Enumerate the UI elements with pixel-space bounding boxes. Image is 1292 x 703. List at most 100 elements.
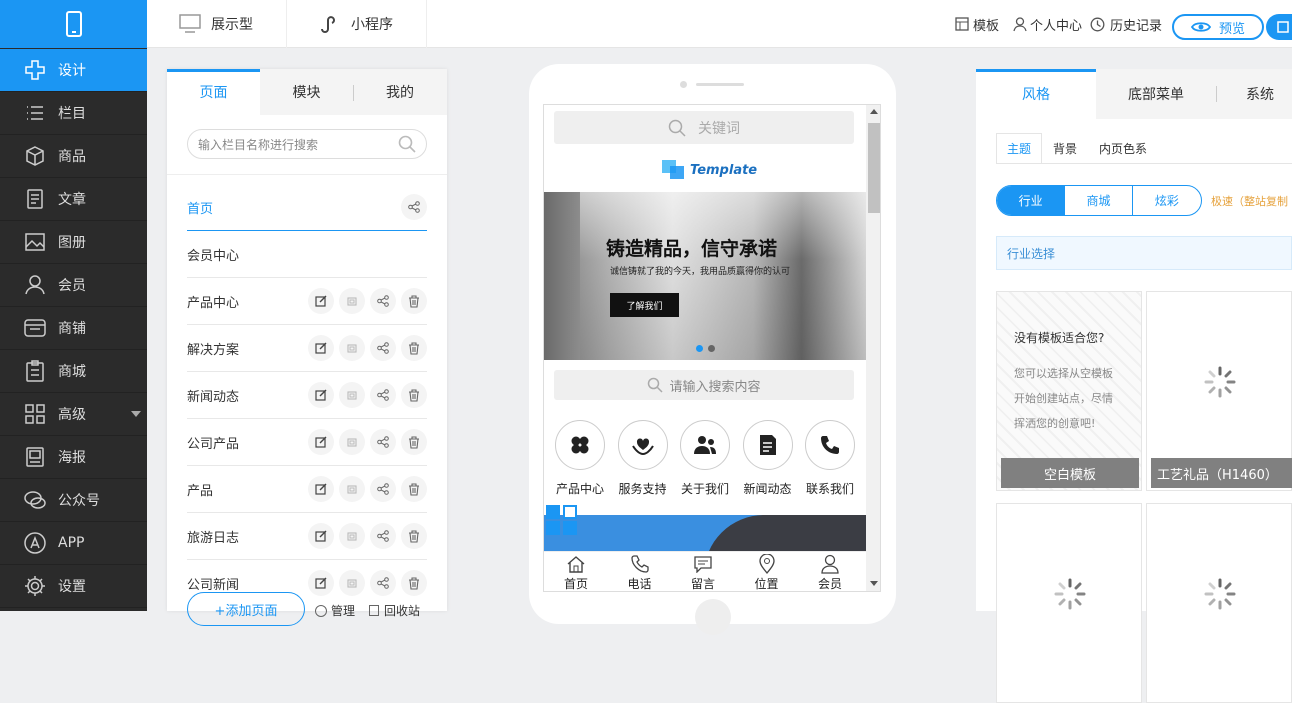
sidebar-item-mall[interactable]: 商城 [0, 350, 147, 393]
banner-button[interactable]: 了解我们 [610, 293, 679, 317]
copy-icon[interactable] [339, 523, 365, 549]
bottom-nav-item[interactable]: 电话 [616, 554, 664, 591]
tab-pages[interactable]: 页面 [167, 69, 260, 115]
quick-nav-item[interactable]: 新闻动态 [742, 420, 794, 500]
sidebar-item-albums[interactable]: 图册 [0, 221, 147, 264]
page-row[interactable]: 新闻动态 [187, 372, 427, 419]
slide-dot[interactable] [708, 345, 715, 352]
edit-icon[interactable] [308, 523, 334, 549]
tab-bottom-menu[interactable]: 底部菜单 [1096, 69, 1216, 119]
blank-template-label[interactable]: 空白模板 [1001, 458, 1139, 488]
banner-image[interactable]: 铸造精品，信守承诺 诚信铸就了我的今天，我用品质赢得你的认可 了解我们 [544, 192, 866, 360]
sidebar-item-design[interactable]: 设计 [0, 49, 147, 92]
template-card[interactable] [996, 503, 1142, 703]
quick-nav-item[interactable]: 关于我们 [679, 420, 731, 500]
page-row[interactable]: 产品中心 [187, 278, 427, 325]
scrollbar[interactable] [866, 105, 880, 591]
subtab-page-colors[interactable]: 内页色系 [1088, 133, 1158, 163]
template-card[interactable]: 工艺礼品（H1460） [1146, 291, 1292, 491]
edit-icon[interactable] [308, 429, 334, 455]
share-icon[interactable] [370, 476, 396, 502]
trash-icon[interactable] [401, 523, 427, 549]
scrollbar-thumb[interactable] [868, 123, 880, 213]
copy-icon[interactable] [339, 476, 365, 502]
edit-icon[interactable] [308, 335, 334, 361]
tab-modules[interactable]: 模块 [260, 69, 353, 115]
bottom-nav-item[interactable]: 位置 [743, 554, 791, 591]
trash-icon[interactable] [401, 476, 427, 502]
page-row[interactable]: 旅游日志 [187, 513, 427, 560]
sidebar-item-wechat[interactable]: 公众号 [0, 479, 147, 522]
bottom-nav-item[interactable]: 首页 [552, 554, 600, 591]
sidebar-item-members[interactable]: 会员 [0, 264, 147, 307]
page-row[interactable]: 解决方案 [187, 325, 427, 372]
template-label[interactable]: 工艺礼品（H1460） [1151, 458, 1292, 488]
history-link[interactable]: 历史记录 [1090, 0, 1162, 48]
copy-icon[interactable] [339, 288, 365, 314]
bottom-nav-item[interactable]: 会员 [806, 554, 854, 591]
edit-icon[interactable] [308, 476, 334, 502]
sidebar-item-app[interactable]: APP [0, 522, 147, 565]
content-search-bar[interactable]: 请输入搜索内容 [554, 370, 854, 400]
edit-icon[interactable] [308, 570, 334, 596]
segment-industry[interactable]: 行业 [997, 186, 1065, 215]
page-row[interactable]: 公司产品 [187, 419, 427, 466]
share-icon[interactable] [370, 523, 396, 549]
edit-icon[interactable] [308, 382, 334, 408]
blank-template-card[interactable]: 没有模板适合您? 您可以选择从空模板 开始创建站点，尽情 挥洒您的创意吧! 空白… [996, 291, 1142, 491]
template-card[interactable] [1146, 503, 1292, 703]
sidebar-item-articles[interactable]: 文章 [0, 178, 147, 221]
sidebar-item-advanced[interactable]: 高级 [0, 393, 147, 436]
share-icon[interactable] [401, 194, 427, 220]
personal-center-link[interactable]: 个人中心 [1013, 0, 1082, 48]
industry-select[interactable]: 行业选择 [996, 236, 1292, 270]
page-row[interactable]: 产品 [187, 466, 427, 513]
sidebar-item-poster[interactable]: 海报 [0, 436, 147, 479]
scroll-up-icon[interactable] [870, 109, 878, 114]
keyword-search-bar[interactable]: 关键词 [554, 111, 854, 144]
tab-style[interactable]: 风格 [976, 69, 1096, 119]
subtab-theme[interactable]: 主题 [996, 133, 1042, 163]
segment-mall[interactable]: 商城 [1064, 186, 1131, 215]
preview-button[interactable]: 预览 [1172, 14, 1264, 40]
copy-icon[interactable] [339, 570, 365, 596]
copy-icon[interactable] [339, 382, 365, 408]
trash-icon[interactable] [401, 570, 427, 596]
share-icon[interactable] [370, 288, 396, 314]
quick-nav-item[interactable]: 联系我们 [804, 420, 856, 500]
tab-mine[interactable]: 我的 [353, 69, 447, 115]
quick-nav-item[interactable]: 产品中心 [554, 420, 606, 500]
trash-icon[interactable] [401, 335, 427, 361]
sidebar-item-columns[interactable]: 栏目 [0, 92, 147, 135]
bottom-nav-item[interactable]: 留言 [679, 554, 727, 591]
share-icon[interactable] [370, 429, 396, 455]
segment-colorful[interactable]: 炫彩 [1131, 186, 1201, 215]
copy-icon[interactable] [339, 429, 365, 455]
page-row-home[interactable]: 首页 [187, 184, 427, 231]
copy-icon[interactable] [339, 335, 365, 361]
sidebar-item-settings[interactable]: 设置 [0, 565, 147, 608]
trash-icon[interactable] [401, 382, 427, 408]
share-icon[interactable] [370, 382, 396, 408]
slide-dot-active[interactable] [696, 345, 703, 352]
save-button[interactable] [1266, 14, 1292, 40]
share-icon[interactable] [370, 570, 396, 596]
tab-system[interactable]: 系统 [1246, 69, 1292, 119]
sidebar-item-products[interactable]: 商品 [0, 135, 147, 178]
share-icon[interactable] [370, 335, 396, 361]
subtab-background[interactable]: 背景 [1042, 133, 1088, 163]
trash-icon[interactable] [401, 288, 427, 314]
edit-icon[interactable] [308, 288, 334, 314]
mobile-logo[interactable] [0, 0, 147, 48]
scroll-down-icon[interactable] [870, 581, 878, 586]
page-row-member-center[interactable]: 会员中心 [187, 231, 427, 278]
page-search-input[interactable]: 输入栏目名称进行搜索 [187, 129, 427, 159]
sidebar-item-shop[interactable]: 商铺 [0, 307, 147, 350]
module-handle[interactable] [544, 505, 580, 535]
tab-miniprogram[interactable]: 小程序 [287, 0, 427, 48]
speed-copy-text[interactable]: 极速（整站复制 [1211, 193, 1288, 209]
page-row[interactable]: 公司新闻 [187, 560, 427, 607]
trash-icon[interactable] [401, 429, 427, 455]
tab-display[interactable]: 展示型 [147, 0, 287, 48]
templates-link[interactable]: 模板 [955, 0, 999, 48]
